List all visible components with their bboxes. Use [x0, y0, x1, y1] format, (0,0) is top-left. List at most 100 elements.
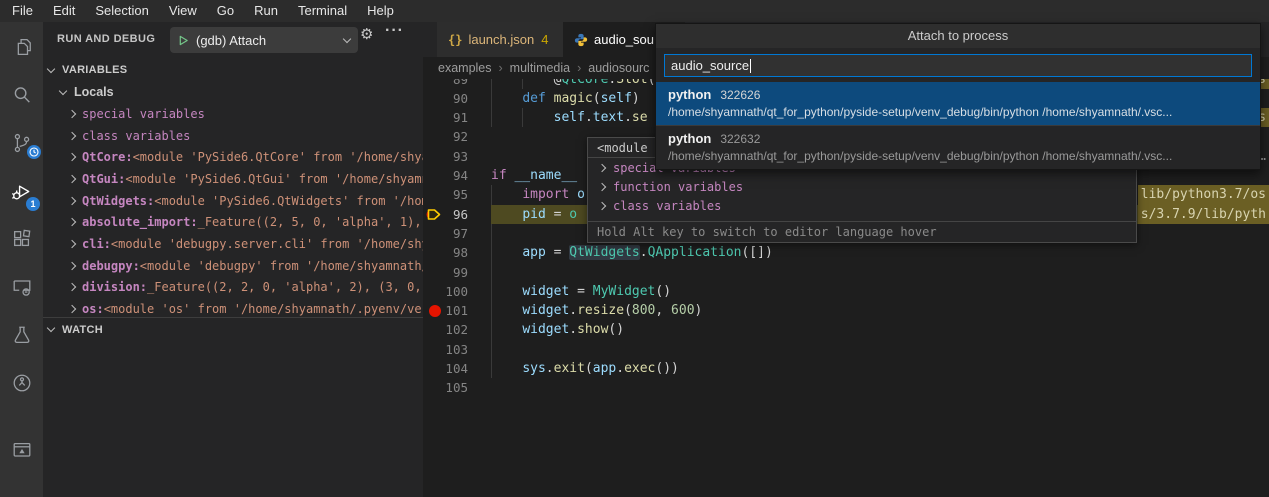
- extensions-icon[interactable]: [0, 215, 43, 263]
- debug-config-select[interactable]: (gdb) Attach: [170, 27, 358, 53]
- process-pid: 322632: [720, 132, 760, 146]
- variable-row[interactable]: division: _Feature((2, 2, 0, 'alpha', 2)…: [43, 277, 423, 299]
- process-search-input[interactable]: audio_source: [664, 54, 1252, 77]
- gutter[interactable]: 104: [423, 359, 491, 378]
- tab-launch-json[interactable]: {} launch.json 4: [437, 22, 563, 57]
- source-control-icon[interactable]: [0, 119, 43, 167]
- variable-row[interactable]: QtGui: <module 'PySide6.QtGui' from '/ho…: [43, 168, 423, 190]
- menu-item-selection[interactable]: Selection: [85, 0, 158, 22]
- gear-icon[interactable]: ⚙: [360, 25, 373, 43]
- chevron-right-icon: [68, 305, 76, 313]
- gutter[interactable]: 100: [423, 282, 491, 301]
- code-token: sys: [522, 361, 545, 376]
- variable-name: os:: [82, 302, 104, 316]
- variable-row[interactable]: QtCore: <module 'PySide6.QtCore' from '/…: [43, 146, 423, 168]
- breadcrumb-separator: ›: [577, 61, 581, 75]
- gutter[interactable]: 101: [423, 301, 491, 320]
- menu-item-file[interactable]: File: [2, 0, 43, 22]
- gutter[interactable]: 92: [423, 127, 491, 146]
- watch-section-header[interactable]: WATCH: [43, 317, 423, 341]
- variables-section-header[interactable]: VARIABLES: [43, 59, 423, 81]
- chevron-right-icon: [68, 218, 76, 226]
- code-token: [491, 207, 522, 222]
- breadcrumb-item[interactable]: multimedia: [510, 61, 570, 75]
- explorer-icon[interactable]: [0, 23, 43, 71]
- gutter[interactable]: 95: [423, 185, 491, 204]
- process-list-item[interactable]: python322626/home/shyamnath/qt_for_pytho…: [656, 82, 1260, 125]
- gutter[interactable]: 91: [423, 108, 491, 127]
- run-and-debug-icon[interactable]: 1: [0, 167, 43, 215]
- watch-title: WATCH: [62, 324, 103, 336]
- code-line: 105: [423, 378, 1269, 397]
- locals-scope-row[interactable]: Locals: [43, 81, 423, 103]
- code-token: (): [608, 322, 624, 337]
- gutter[interactable]: 99: [423, 263, 491, 282]
- menu-item-go[interactable]: Go: [207, 0, 244, 22]
- tool-circle-icon[interactable]: [0, 359, 43, 407]
- code-token: ,: [655, 303, 671, 318]
- chevron-down-icon: [343, 34, 351, 42]
- debug-config-label: (gdb) Attach: [196, 33, 344, 48]
- code-token: .: [585, 110, 593, 125]
- variable-row[interactable]: absolute_import: _Feature((2, 5, 0, 'alp…: [43, 211, 423, 233]
- menu-item-run[interactable]: Run: [244, 0, 288, 22]
- variable-value: <module 'PySide6.QtGui' from '/home/shya…: [125, 172, 423, 186]
- breadcrumb-separator: ›: [499, 61, 503, 75]
- process-list-item[interactable]: python322632/home/shyamnath/qt_for_pytho…: [656, 125, 1260, 169]
- menu-item-terminal[interactable]: Terminal: [288, 0, 357, 22]
- testing-beaker-icon[interactable]: [0, 311, 43, 359]
- code-line: 99: [423, 263, 1269, 282]
- code-token: ): [632, 91, 640, 106]
- gutter[interactable]: 103: [423, 340, 491, 359]
- remote-explorer-icon[interactable]: [0, 263, 43, 311]
- gutter[interactable]: 96: [423, 205, 491, 224]
- variable-value: <module 'PySide6.QtCore' from '/home/shy…: [133, 150, 423, 164]
- variable-row[interactable]: debugpy: <module 'debugpy' from '/home/s…: [43, 255, 423, 277]
- tab-label: launch.json: [468, 32, 534, 47]
- ellipsis-icon[interactable]: ···: [385, 22, 404, 40]
- sidebar-title: RUN AND DEBUG: [57, 33, 155, 45]
- panel-triangle-icon[interactable]: [0, 426, 43, 474]
- menu-item-edit[interactable]: Edit: [43, 0, 85, 22]
- line-number: 96: [453, 205, 468, 224]
- code-token: [491, 322, 522, 337]
- locals-label: Locals: [74, 85, 114, 99]
- gutter[interactable]: 93: [423, 147, 491, 166]
- variable-row[interactable]: special variables: [43, 103, 423, 125]
- code-token: .: [569, 303, 577, 318]
- gutter[interactable]: 105: [423, 378, 491, 397]
- gutter[interactable]: 98: [423, 243, 491, 262]
- variable-row[interactable]: cli: <module 'debugpy.server.cli' from '…: [43, 233, 423, 255]
- breadcrumb-item[interactable]: examples: [438, 61, 492, 75]
- variable-name: cli:: [82, 237, 111, 251]
- hover-tree-row[interactable]: function variables: [588, 177, 1136, 196]
- gutter[interactable]: 90: [423, 89, 491, 108]
- hover-tree-row[interactable]: class variables: [588, 196, 1136, 215]
- variable-row[interactable]: class variables: [43, 125, 423, 147]
- indent-guide: [491, 243, 492, 262]
- search-icon[interactable]: [0, 71, 43, 119]
- indent-guide: [491, 263, 492, 282]
- code-token: =: [546, 207, 569, 222]
- chevron-right-icon: [68, 240, 76, 248]
- code-line: 102 widget.show(): [423, 320, 1269, 339]
- code-token: (: [585, 361, 593, 376]
- line-number: 103: [445, 340, 468, 359]
- breakpoint-icon[interactable]: [429, 305, 441, 317]
- breadcrumb-item[interactable]: audiosourc: [588, 61, 649, 75]
- code-token: self: [601, 91, 632, 106]
- gutter[interactable]: 94: [423, 166, 491, 185]
- code-token: [491, 245, 522, 260]
- python-icon: [574, 33, 588, 47]
- menu-item-view[interactable]: View: [159, 0, 207, 22]
- code-token: def: [522, 91, 553, 106]
- line-content: [491, 340, 1269, 359]
- code-token: (): [655, 284, 671, 299]
- line-content: widget = MyWidget(): [491, 282, 1269, 301]
- menu-item-help[interactable]: Help: [357, 0, 404, 22]
- line-content: app = QtWidgets.QApplication([]): [491, 243, 1269, 262]
- gutter[interactable]: 97: [423, 224, 491, 243]
- tab-label: audio_sou: [594, 32, 654, 47]
- gutter[interactable]: 102: [423, 320, 491, 339]
- variable-row[interactable]: QtWidgets: <module 'PySide6.QtWidgets' f…: [43, 190, 423, 212]
